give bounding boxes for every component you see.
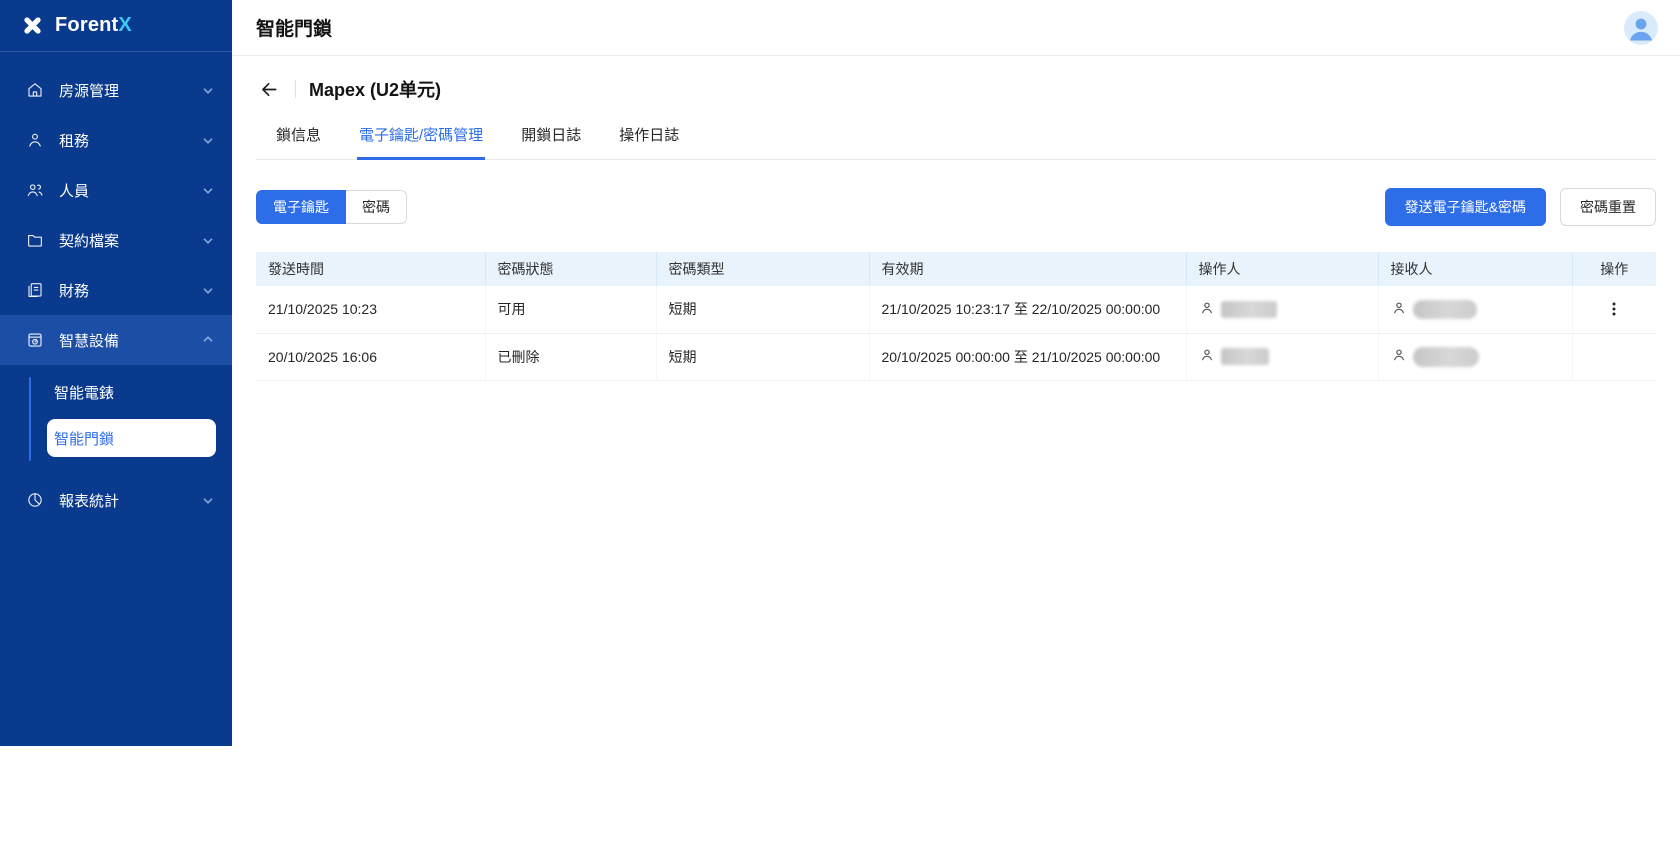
tab-ekey-password[interactable]: 電子鑰匙/密碼管理 xyxy=(357,114,486,160)
chevron-up-icon xyxy=(202,334,214,346)
sidebar-subitem-smart-meter[interactable]: 智能電錶 xyxy=(47,373,216,411)
cell-password-status: 可用 xyxy=(485,286,657,334)
detail-header: Mapex (U2单元) xyxy=(256,76,1656,102)
table-row: 21/10/2025 10:23 可用 短期 21/10/2025 10:23:… xyxy=(256,286,1656,334)
smart-devices-submenu: 智能電錶 智能門鎖 xyxy=(0,365,232,475)
chevron-down-icon xyxy=(202,184,214,196)
app-window: ForentX 房源管理 租務 人員 契約檔案 財務 智慧設備 智能電錶 智能門… xyxy=(0,0,1680,746)
sidebar-item-personnel[interactable]: 人員 xyxy=(0,165,232,215)
cell-password-status: 已刪除 xyxy=(485,333,657,381)
cell-validity: 21/10/2025 10:23:17 至 22/10/2025 00:00:0… xyxy=(869,286,1187,334)
back-arrow-icon[interactable] xyxy=(256,76,282,102)
top-bar: 智能門鎖 xyxy=(232,0,1680,56)
key-type-segmented-control: 電子鑰匙 密碼 xyxy=(256,190,407,224)
users-icon xyxy=(26,181,44,199)
smart-device-icon xyxy=(26,331,44,349)
cell-operator xyxy=(1186,333,1379,381)
segment-ekey[interactable]: 電子鑰匙 xyxy=(256,190,346,224)
finance-doc-icon xyxy=(26,281,44,299)
col-sent-time: 發送時間 xyxy=(256,252,486,286)
sidebar: ForentX 房源管理 租務 人員 契約檔案 財務 智慧設備 智能電錶 智能門… xyxy=(0,0,232,746)
sidebar-menu: 房源管理 租務 人員 契約檔案 財務 智慧設備 智能電錶 智能門鎖 報表統計 xyxy=(0,52,232,525)
cell-password-type: 短期 xyxy=(656,333,870,381)
person-icon xyxy=(1199,347,1215,366)
subitem-label: 智能電錶 xyxy=(54,384,115,402)
logo-text: ForentX xyxy=(55,14,132,36)
sidebar-item-smart-devices[interactable]: 智慧設備 xyxy=(0,315,232,365)
cell-actions xyxy=(1572,286,1656,334)
redacted-receiver-name xyxy=(1412,299,1477,319)
pie-chart-icon xyxy=(26,491,44,509)
sidebar-item-label: 人員 xyxy=(59,182,90,200)
redacted-operator-name xyxy=(1220,300,1277,318)
lock-name-title: Mapex (U2单元) xyxy=(309,80,442,100)
sidebar-item-reports[interactable]: 報表統計 xyxy=(0,475,232,525)
col-validity: 有效期 xyxy=(869,252,1187,286)
ekey-table: 發送時間 密碼狀態 密碼類型 有效期 操作人 接收人 操作 21/10/2025… xyxy=(256,252,1656,381)
sidebar-item-label: 契約檔案 xyxy=(59,232,120,250)
col-actions: 操作 xyxy=(1572,252,1656,286)
segment-password[interactable]: 密碼 xyxy=(346,190,407,224)
cell-validity: 20/10/2025 00:00:00 至 21/10/2025 00:00:0… xyxy=(869,333,1187,381)
user-icon xyxy=(26,131,44,149)
person-icon xyxy=(1391,300,1407,319)
logo-x-icon xyxy=(20,13,45,38)
detail-tabs: 鎖信息 電子鑰匙/密碼管理 開鎖日誌 操作日誌 xyxy=(256,114,1656,160)
sidebar-item-finance[interactable]: 財務 xyxy=(0,265,232,315)
user-avatar[interactable] xyxy=(1624,10,1658,45)
controls-row: 電子鑰匙 密碼 發送電子鑰匙&密碼 密碼重置 xyxy=(256,188,1656,226)
content: Mapex (U2单元) 鎖信息 電子鑰匙/密碼管理 開鎖日誌 操作日誌 電子鑰… xyxy=(232,56,1680,381)
cell-sent-time: 21/10/2025 10:23 xyxy=(256,286,486,334)
redacted-operator-name xyxy=(1220,348,1269,365)
subitem-label: 智能門鎖 xyxy=(54,430,115,448)
sidebar-item-label: 報表統計 xyxy=(59,492,120,510)
col-password-type: 密碼類型 xyxy=(656,252,870,286)
tab-lock-info[interactable]: 鎖信息 xyxy=(274,114,323,160)
col-password-status: 密碼狀態 xyxy=(485,252,657,286)
cell-password-type: 短期 xyxy=(656,286,870,334)
password-reset-button[interactable]: 密碼重置 xyxy=(1560,188,1656,226)
cell-actions xyxy=(1572,333,1656,381)
tab-operation-log[interactable]: 操作日誌 xyxy=(617,114,681,160)
cell-receiver xyxy=(1378,286,1573,334)
main-area: 智能門鎖 Mapex (U2单元) 鎖信息 電子鑰匙/密碼管理 開鎖日誌 操作日… xyxy=(232,0,1680,746)
chevron-down-icon xyxy=(202,284,214,296)
chevron-down-icon xyxy=(202,494,214,506)
tab-unlock-log[interactable]: 開鎖日誌 xyxy=(519,114,583,160)
cell-operator xyxy=(1186,286,1379,334)
sidebar-item-leasing[interactable]: 租務 xyxy=(0,115,232,165)
person-icon xyxy=(1199,300,1215,319)
sidebar-item-label: 房源管理 xyxy=(59,82,120,100)
sidebar-item-label: 租務 xyxy=(59,132,90,150)
row-actions-menu-icon[interactable] xyxy=(1602,297,1626,321)
table-row: 20/10/2025 16:06 已刪除 短期 20/10/2025 00:00… xyxy=(256,333,1656,381)
sidebar-item-contracts[interactable]: 契約檔案 xyxy=(0,215,232,265)
action-buttons: 發送電子鑰匙&密碼 密碼重置 xyxy=(1384,188,1656,226)
sidebar-item-label: 財務 xyxy=(59,282,90,300)
folder-icon xyxy=(26,231,44,249)
cell-sent-time: 20/10/2025 16:06 xyxy=(256,333,486,381)
chevron-down-icon xyxy=(202,134,214,146)
divider xyxy=(295,80,296,98)
sidebar-item-label: 智慧設備 xyxy=(59,332,120,350)
chevron-down-icon xyxy=(202,84,214,96)
table-header: 發送時間 密碼狀態 密碼類型 有效期 操作人 接收人 操作 xyxy=(256,252,1656,286)
home-icon xyxy=(26,81,44,99)
person-icon xyxy=(1391,347,1407,366)
send-ekey-password-button[interactable]: 發送電子鑰匙&密碼 xyxy=(1384,188,1546,226)
col-receiver: 接收人 xyxy=(1378,252,1573,286)
chevron-down-icon xyxy=(202,234,214,246)
logo: ForentX xyxy=(0,0,232,52)
page-title: 智能門鎖 xyxy=(256,19,333,40)
sidebar-subitem-smart-lock[interactable]: 智能門鎖 xyxy=(47,419,216,457)
col-operator: 操作人 xyxy=(1186,252,1379,286)
sidebar-item-properties[interactable]: 房源管理 xyxy=(0,65,232,115)
redacted-receiver-name xyxy=(1412,346,1479,367)
cell-receiver xyxy=(1378,333,1573,381)
